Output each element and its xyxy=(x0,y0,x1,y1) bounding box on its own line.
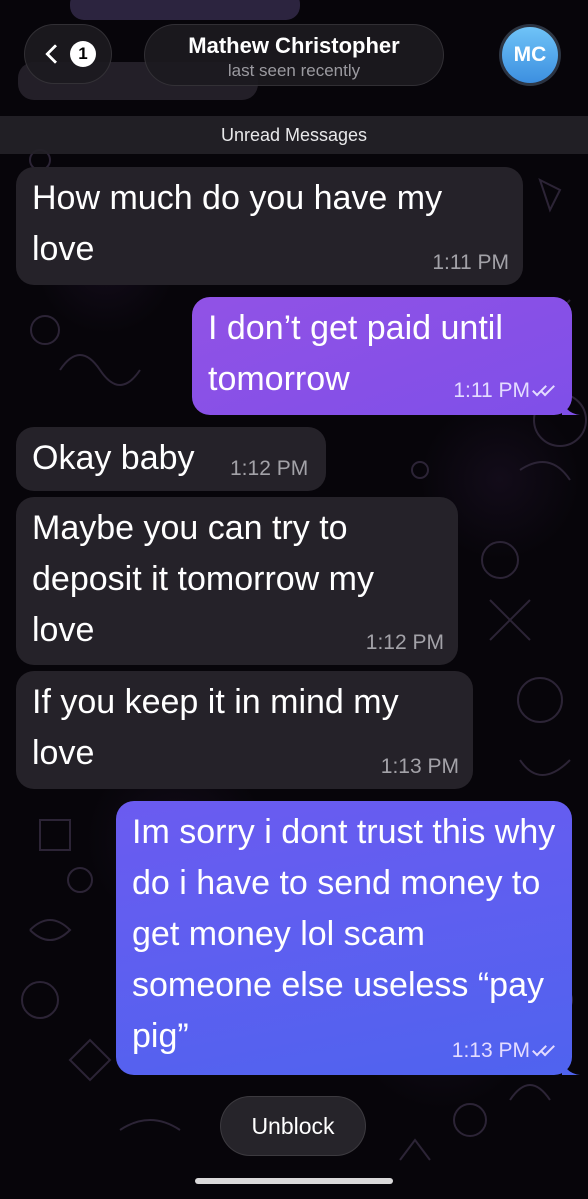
home-indicator xyxy=(195,1178,393,1184)
unblock-button[interactable]: Unblock xyxy=(220,1096,366,1156)
message-time: 1:13 PM xyxy=(380,755,459,778)
message-bubble-incoming[interactable]: Maybe you can try to deposit it tomorrow… xyxy=(16,497,458,665)
message-time: 1:11 PM xyxy=(432,251,509,274)
double-check-icon xyxy=(532,381,560,398)
unread-count-badge: 1 xyxy=(70,41,96,67)
message-text: Im sorry i dont trust this why do i have… xyxy=(132,813,556,1055)
message-bubble-incoming[interactable]: Okay baby 1:12 PM xyxy=(16,427,326,491)
message-bubble-outgoing[interactable]: Im sorry i dont trust this why do i have… xyxy=(116,801,580,1075)
chevron-left-icon xyxy=(45,44,65,64)
back-button[interactable]: 1 xyxy=(24,24,112,84)
bubble-tail xyxy=(562,1057,580,1075)
unread-messages-divider: Unread Messages xyxy=(0,116,588,154)
message-time: 1:11 PM xyxy=(453,379,530,402)
contact-status: last seen recently xyxy=(227,61,361,80)
previous-message-bubble xyxy=(70,0,300,20)
chat-screen: 1 Mathew Christopher last seen recently … xyxy=(0,0,588,1199)
message-time: 1:13 PM xyxy=(451,1039,530,1062)
message-bubble-incoming[interactable]: If you keep it in mind my love 1:13 PM xyxy=(16,671,473,789)
message-bubble-incoming[interactable]: How much do you have my love 1:11 PM xyxy=(16,167,523,285)
message-bubble-outgoing[interactable]: I don’t get paid until tomorrow 1:11 PM xyxy=(192,297,580,415)
message-text: Maybe you can try to deposit it tomorrow… xyxy=(32,509,374,649)
bubble-tail xyxy=(562,397,580,415)
avatar[interactable]: MC xyxy=(499,24,561,86)
message-time: 1:12 PM xyxy=(230,457,309,480)
double-check-icon xyxy=(532,1041,560,1058)
message-text: How much do you have my love xyxy=(32,179,443,268)
message-text: If you keep it in mind my love xyxy=(32,683,399,772)
message-time: 1:12 PM xyxy=(365,631,444,654)
contact-name: Mathew Christopher xyxy=(188,33,400,58)
message-text: Okay baby xyxy=(32,439,195,477)
chat-header-title[interactable]: Mathew Christopher last seen recently xyxy=(144,24,444,86)
